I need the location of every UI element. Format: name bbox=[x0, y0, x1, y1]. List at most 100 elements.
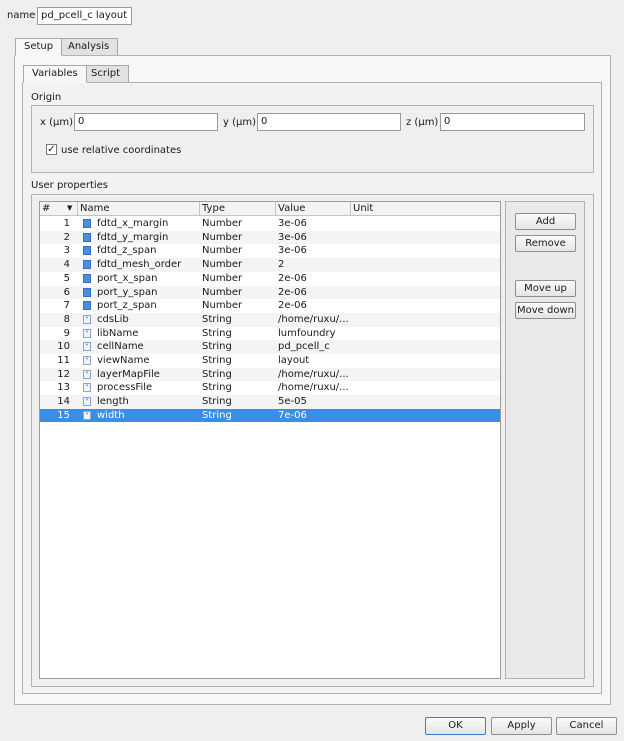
number-icon bbox=[83, 273, 91, 283]
row-type: String bbox=[202, 327, 232, 339]
row-value: 2e-06 bbox=[278, 272, 307, 284]
row-name: fdtd_z_span bbox=[97, 245, 157, 257]
table-row[interactable]: 7 port_z_span Number 2e-06 bbox=[40, 299, 500, 313]
row-number: 8 bbox=[63, 313, 70, 325]
table-row[interactable]: 9 " libName String lumfoundry bbox=[40, 327, 500, 341]
row-type: String bbox=[202, 355, 232, 366]
remove-button[interactable]: Remove bbox=[515, 235, 576, 252]
row-number: 6 bbox=[63, 286, 70, 298]
column-unit[interactable]: Unit bbox=[351, 202, 500, 216]
y-input[interactable]: 0 bbox=[257, 113, 401, 131]
relative-coordinates-label: use relative coordinates bbox=[61, 145, 182, 156]
number-icon bbox=[83, 287, 91, 297]
row-value: 2e-06 bbox=[278, 300, 307, 312]
string-icon: " bbox=[83, 369, 91, 379]
row-type: String bbox=[202, 341, 232, 353]
number-icon bbox=[83, 301, 91, 311]
tab-setup[interactable]: Setup bbox=[15, 38, 63, 56]
row-number: 3 bbox=[63, 245, 70, 257]
row-name: fdtd_mesh_order bbox=[97, 259, 182, 271]
row-number: 11 bbox=[57, 355, 70, 366]
row-type: String bbox=[202, 382, 232, 394]
row-value: 5e-05 bbox=[278, 396, 307, 408]
name-input[interactable]: pd_pcell_c layout bbox=[37, 7, 132, 25]
column-value[interactable]: Value bbox=[276, 202, 351, 216]
table-row[interactable]: 2 fdtd_y_margin Number 3e-06 bbox=[40, 230, 500, 245]
table-row[interactable]: 15 " width String 7e-06 bbox=[40, 408, 500, 423]
table-row[interactable]: 12 " layerMapFile String/home/ruxu/... bbox=[40, 367, 500, 382]
cancel-button[interactable]: Cancel bbox=[556, 717, 617, 735]
move-down-button[interactable]: Move down bbox=[515, 302, 576, 319]
row-name: processFile bbox=[97, 382, 153, 394]
number-icon bbox=[83, 219, 91, 228]
x-label: x (μm) bbox=[40, 117, 74, 128]
add-button[interactable]: Add bbox=[515, 213, 576, 230]
column-type[interactable]: Type bbox=[200, 202, 276, 216]
ok-button[interactable]: OK bbox=[425, 717, 486, 735]
row-value: lumfoundry bbox=[278, 327, 336, 339]
table-row[interactable]: 3 fdtd_z_span Number 3e-06 bbox=[40, 244, 500, 258]
table-row[interactable]: 4 fdtd_mesh_order Number 2 bbox=[40, 258, 500, 272]
number-icon bbox=[83, 260, 91, 270]
tab-variables[interactable]: Variables bbox=[23, 65, 87, 83]
row-name: cellName bbox=[97, 341, 144, 353]
table-row[interactable]: 13 " processFile String/home/ruxu/... bbox=[40, 381, 500, 395]
move-up-button[interactable]: Move up bbox=[515, 280, 576, 297]
row-value: 3e-06 bbox=[278, 218, 307, 229]
table-row[interactable]: 6 port_y_span Number 2e-06 bbox=[40, 285, 500, 300]
y-label: y (μm) bbox=[223, 117, 257, 128]
row-name: port_y_span bbox=[97, 286, 158, 298]
row-type: Number bbox=[202, 245, 243, 257]
string-icon: " bbox=[83, 383, 91, 393]
row-name: fdtd_x_margin bbox=[97, 218, 169, 229]
x-input[interactable]: 0 bbox=[74, 113, 218, 131]
row-type: Number bbox=[202, 272, 243, 284]
table-row[interactable]: 14 " length String 5e-05 bbox=[40, 395, 500, 409]
table-buttons-panel bbox=[505, 201, 585, 679]
row-type: Number bbox=[202, 259, 243, 271]
row-value: 2 bbox=[278, 259, 285, 271]
column-number[interactable]: # ▼ bbox=[40, 202, 78, 216]
row-number: 13 bbox=[57, 382, 70, 394]
row-value: layout bbox=[278, 355, 310, 366]
row-type: Number bbox=[202, 300, 243, 312]
row-number: 2 bbox=[63, 231, 70, 243]
string-icon: " bbox=[83, 328, 91, 338]
table-header: # ▼ Name Type Value Unit bbox=[40, 202, 500, 216]
row-name: length bbox=[97, 396, 129, 408]
row-name: port_x_span bbox=[97, 272, 158, 284]
tab-script[interactable]: Script bbox=[82, 65, 130, 83]
row-type: Number bbox=[202, 218, 243, 229]
properties-table[interactable]: # ▼ Name Type Value Unit 1 fdtd_x_margin N… bbox=[39, 201, 501, 679]
name-label: name bbox=[7, 10, 36, 21]
table-row[interactable]: 8 " cdsLib String/home/ruxu/... bbox=[40, 312, 500, 327]
table-row[interactable]: 5 port_x_span Number 2e-06 bbox=[40, 272, 500, 286]
row-type: Number bbox=[202, 286, 243, 298]
table-row[interactable]: 1 fdtd_x_margin Number 3e-06 bbox=[40, 217, 500, 231]
row-name: viewName bbox=[97, 355, 150, 366]
string-icon: " bbox=[83, 410, 91, 420]
tab-analysis[interactable]: Analysis bbox=[59, 38, 119, 56]
row-name: port_z_span bbox=[97, 300, 157, 312]
column-number-label: # bbox=[42, 203, 51, 214]
row-value: 3e-06 bbox=[278, 231, 307, 243]
table-row[interactable]: 11 " viewName String layout bbox=[40, 354, 500, 368]
row-number: 10 bbox=[57, 341, 70, 353]
apply-button[interactable]: Apply bbox=[491, 717, 552, 735]
row-number: 4 bbox=[63, 259, 70, 271]
number-icon bbox=[83, 246, 91, 256]
row-name: layerMapFile bbox=[97, 368, 160, 380]
number-icon bbox=[83, 232, 91, 242]
row-value: 2e-06 bbox=[278, 286, 307, 298]
row-value: pd_pcell_c bbox=[278, 341, 330, 353]
row-type: Number bbox=[202, 231, 243, 243]
column-name[interactable]: Name bbox=[78, 202, 200, 216]
row-type: String bbox=[202, 409, 232, 421]
row-number: 12 bbox=[57, 368, 70, 380]
table-row[interactable]: 10 " cellName String pd_pcell_c bbox=[40, 340, 500, 354]
relative-coordinates-checkbox[interactable]: ✓ bbox=[46, 144, 57, 155]
row-type: String bbox=[202, 368, 232, 380]
row-value: 3e-06 bbox=[278, 245, 307, 257]
row-type: String bbox=[202, 396, 232, 408]
z-input[interactable]: 0 bbox=[440, 113, 585, 131]
